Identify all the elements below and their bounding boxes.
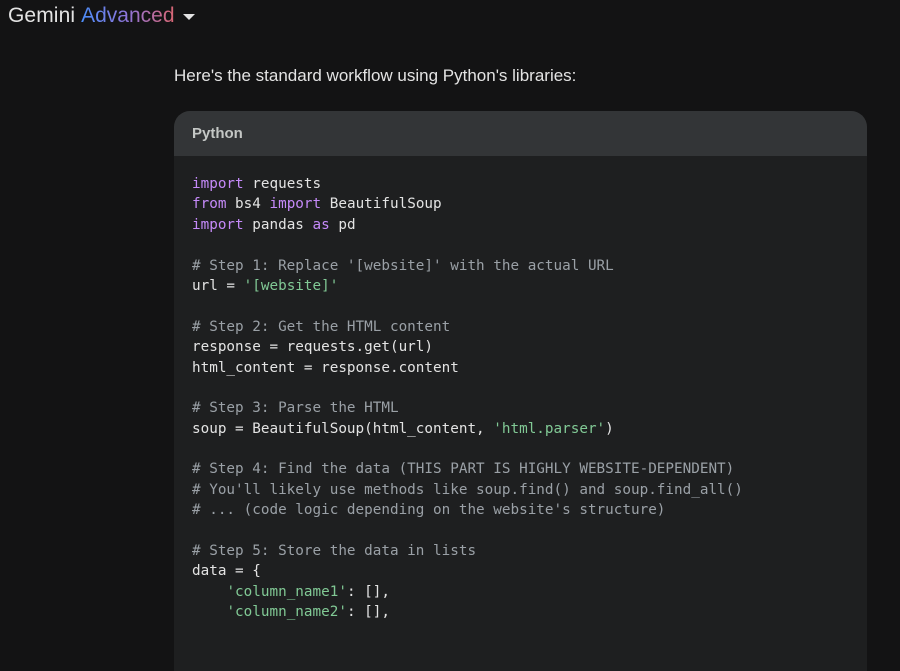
code-token: ) xyxy=(605,420,614,437)
code-token: pandas xyxy=(243,216,313,233)
code-line: soup = BeautifulSoup(html_content, 'html… xyxy=(192,419,867,439)
chevron-down-icon xyxy=(182,14,195,20)
code-token: 'column_name2' xyxy=(226,604,347,621)
code-line: data = { xyxy=(192,561,867,581)
code-token: url = xyxy=(192,277,244,294)
code-token: requests xyxy=(243,176,322,192)
code-line: # Step 3: Parse the HTML xyxy=(192,398,867,418)
code-line: html_content = response.content xyxy=(192,358,867,378)
code-token: # Step 2: Get the HTML content xyxy=(192,318,451,335)
brand-name: Gemini xyxy=(8,4,76,27)
response-intro-text: Here's the standard workflow using Pytho… xyxy=(174,66,577,85)
code-token: data = { xyxy=(192,563,261,580)
code-line: import requests xyxy=(192,174,867,194)
code-token: # You'll likely use methods like soup.fi… xyxy=(192,481,743,498)
code-line: url = '[website]' xyxy=(192,276,867,296)
code-line: # Step 5: Store the data in lists xyxy=(192,541,867,561)
code-token: from xyxy=(192,196,227,213)
code-token: # Step 1: Replace '[website]' with the a… xyxy=(192,257,614,274)
code-token: # Step 3: Parse the HTML xyxy=(192,400,399,417)
code-token: html_content = response.content xyxy=(192,359,459,376)
code-token: '[website]' xyxy=(243,277,339,294)
code-token: : [], xyxy=(346,604,390,621)
code-line: 'column_name1': [], xyxy=(192,582,867,602)
code-block: Python import requests from bs4 import Be… xyxy=(174,111,867,671)
code-token: import xyxy=(192,216,244,233)
model-selector[interactable]: Gemini Advanced xyxy=(8,2,195,30)
code-token: # ... (code logic depending on the websi… xyxy=(192,502,666,519)
code-content[interactable]: import requests from bs4 import Beautiful… xyxy=(174,156,867,623)
brand-tier: Advanced xyxy=(81,4,175,27)
code-token: import xyxy=(192,176,244,192)
code-token: pd xyxy=(329,216,356,233)
code-token: : [], xyxy=(346,583,390,600)
code-line: from bs4 import BeautifulSoup xyxy=(192,194,867,214)
code-token: as xyxy=(312,216,330,233)
code-language-label: Python xyxy=(174,111,867,156)
code-token: import xyxy=(269,196,322,213)
code-line: # Step 1: Replace '[website]' with the a… xyxy=(192,256,867,276)
code-line: # ... (code logic depending on the websi… xyxy=(192,500,867,520)
code-token: BeautifulSoup xyxy=(321,196,442,213)
code-token: soup = BeautifulSoup(html_content, xyxy=(192,420,494,437)
code-token: # Step 5: Store the data in lists xyxy=(192,543,477,560)
code-token: bs4 xyxy=(226,196,270,213)
code-line: # You'll likely use methods like soup.fi… xyxy=(192,480,867,500)
code-line: # Step 4: Find the data (THIS PART IS HI… xyxy=(192,459,867,479)
code-token: # Step 4: Find the data (THIS PART IS HI… xyxy=(192,461,735,478)
code-line: # Step 2: Get the HTML content xyxy=(192,317,867,337)
code-token: 'column_name1' xyxy=(226,583,347,600)
code-token: response = requests.get(url) xyxy=(192,339,434,356)
code-line: import pandas as pd xyxy=(192,215,867,235)
code-line: response = requests.get(url) xyxy=(192,337,867,357)
code-line: 'column_name2': [], xyxy=(192,602,867,622)
code-token: 'html.parser' xyxy=(493,420,606,437)
